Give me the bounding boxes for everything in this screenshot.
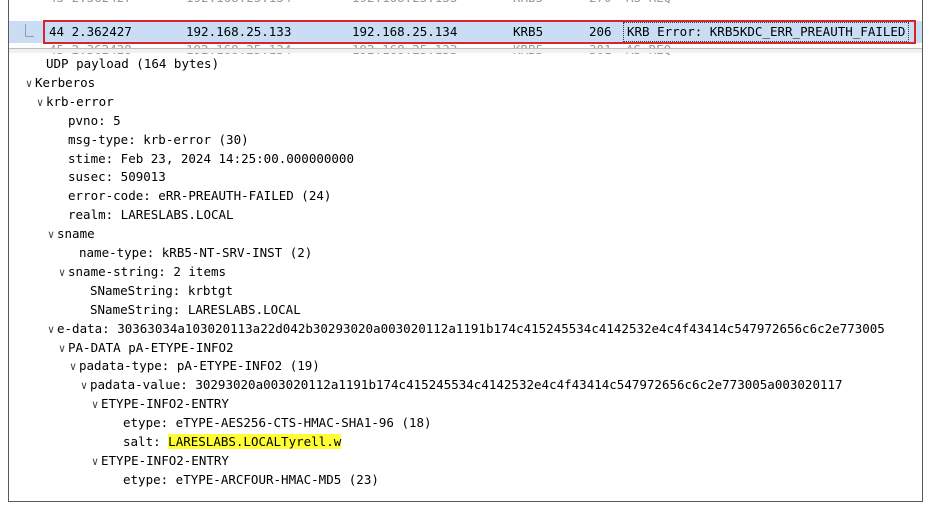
detail-tree-node[interactable]: msg-type: krb-error (30) xyxy=(56,131,249,149)
conversation-line-icon xyxy=(25,24,34,37)
field-text: UDP payload (164 bytes) xyxy=(46,56,220,71)
expand-chevron-icon[interactable]: ∨ xyxy=(56,340,68,358)
field-text: etype: eTYPE-ARCFOUR-HMAC-MD5 (23) xyxy=(123,471,379,487)
detail-tree-node[interactable]: ∨ Kerberos xyxy=(23,74,96,93)
packet-details-tree: UDP payload (164 bytes) ∨ Kerberos ∨ krb-err… xyxy=(9,53,922,501)
field-text: pvno: 5 xyxy=(68,112,121,128)
detail-tree-node[interactable]: SNameString: LARESLABS.LOCAL xyxy=(78,301,301,319)
detail-tree-node[interactable]: pvno: 5 xyxy=(56,112,121,130)
packet-info: AS-REQ xyxy=(623,0,674,8)
field-text: susec: 509013 xyxy=(68,169,166,185)
expand-chevron-icon[interactable]: ∨ xyxy=(34,94,46,112)
field-text: msg-type: krb-error (30) xyxy=(68,131,249,147)
field-text: SNameString: LARESLABS.LOCAL xyxy=(90,301,301,317)
packet-source: 192.168.25.134 xyxy=(186,0,291,8)
expand-chevron-icon[interactable]: ∨ xyxy=(89,396,101,414)
detail-tree-node[interactable]: ∨ sname xyxy=(45,225,95,243)
expand-chevron-icon[interactable]: ∨ xyxy=(67,358,79,376)
detail-tree-node[interactable]: UDP payload (164 bytes) xyxy=(34,55,219,73)
expand-chevron-icon[interactable]: ∨ xyxy=(78,377,90,395)
packet-destination: 192.168.25.133 xyxy=(352,0,457,8)
expand-chevron-icon[interactable]: ∨ xyxy=(45,226,57,244)
field-text: PA-DATA pA-ETYPE-INFO2 xyxy=(68,339,234,355)
field-text: stime: Feb 23, 2024 14:25:00.000000000 xyxy=(68,150,354,166)
field-text: error-code: eRR-PREAUTH-FAILED (24) xyxy=(68,188,332,204)
expand-chevron-icon[interactable]: ∨ xyxy=(56,264,68,282)
detail-tree-node[interactable]: realm: LARESLABS.LOCAL xyxy=(56,206,234,224)
packet-protocol: KRB5 xyxy=(513,0,543,8)
detail-tree-node[interactable]: ∨ padata-type: pA-ETYPE-INFO2 (19) xyxy=(67,357,320,375)
field-text: SNameString: krbtgt xyxy=(90,282,233,298)
packet-length: 270 xyxy=(589,0,612,8)
field-text: ETYPE-INFO2-ENTRY xyxy=(101,452,229,468)
field-text: padata-type: pA-ETYPE-INFO2 (19) xyxy=(79,358,320,374)
field-text: e-data: 30363034a103020113a22d042b302930… xyxy=(57,320,885,336)
detail-tree-node[interactable]: stime: Feb 23, 2024 14:25:00.000000000 xyxy=(56,150,354,168)
detail-tree-node[interactable]: ∨ PA-DATA pA-ETYPE-INFO2 xyxy=(56,339,234,357)
detail-tree-node[interactable]: susec: 509013 xyxy=(56,168,166,186)
wireshark-window: 43 2.362427 192.168.25.134 192.168.25.13… xyxy=(8,0,923,502)
highlighted-salt-value: LARESLABS.LOCALTyrell.w xyxy=(168,434,342,449)
detail-tree-node[interactable]: ∨ sname-string: 2 items xyxy=(56,263,226,281)
detail-tree-node[interactable]: etype: eTYPE-AES256-CTS-HMAC-SHA1-96 (18… xyxy=(111,414,432,432)
field-text: sname-string: 2 items xyxy=(68,263,227,279)
field-text: padata-value: 30293020a003020112a1191b17… xyxy=(90,377,843,393)
detail-tree-node[interactable]: ∨ e-data: 30363034a103020113a22d042b30293… xyxy=(45,320,885,338)
field-text: name-type: kRB5-NT-SRV-INST (2) xyxy=(79,245,313,260)
detail-tree-node[interactable]: ∨ ETYPE-INFO2-ENTRY xyxy=(89,395,229,413)
detail-tree-node[interactable]: etype: eTYPE-ARCFOUR-HMAC-MD5 (23) xyxy=(111,471,379,489)
field-text: ETYPE-INFO2-ENTRY xyxy=(101,396,229,412)
detail-tree-node[interactable]: salt: LARESLABS.LOCALTyrell.w xyxy=(111,433,342,451)
detail-tree-node[interactable]: SNameString: krbtgt xyxy=(78,282,233,300)
expand-chevron-icon[interactable]: ∨ xyxy=(45,321,57,339)
expand-chevron-icon[interactable]: ∨ xyxy=(23,75,35,93)
detail-tree-node[interactable]: ∨ ETYPE-INFO2-ENTRY xyxy=(89,452,229,470)
detail-tree-node[interactable]: ∨ padata-value: 30293020a003020112a1191b1… xyxy=(78,376,843,394)
packet-number-time: 43 2.362427 xyxy=(49,0,132,8)
field-text: etype: eTYPE-AES256-CTS-HMAC-SHA1-96 (18… xyxy=(123,415,432,431)
detail-tree-node[interactable]: ∨ krb-error xyxy=(34,93,114,111)
field-text: sname xyxy=(57,226,95,242)
packet-row[interactable]: 43 2.362427 192.168.25.134 192.168.25.13… xyxy=(9,0,922,8)
packet-info: KRB Error: KRB5KDC_ERR_PREAUTH_FAILED xyxy=(623,22,910,42)
field-label: salt: xyxy=(123,434,161,449)
expand-chevron-icon[interactable]: ∨ xyxy=(89,453,101,471)
field-text: realm: LARESLABS.LOCAL xyxy=(68,207,234,223)
detail-tree-node[interactable]: error-code: eRR-PREAUTH-FAILED (24) xyxy=(56,187,331,205)
field-text: Kerberos xyxy=(35,74,96,90)
detail-tree-node[interactable]: name-type: kRB5-NT-SRV-INST (2) xyxy=(67,244,312,262)
field-text: krb-error xyxy=(46,93,114,109)
